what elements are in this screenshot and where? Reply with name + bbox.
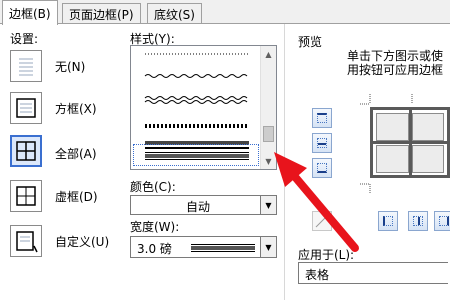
setting-grid-label: 虚框(D) xyxy=(55,190,98,204)
border-diagonal-icon xyxy=(315,214,329,228)
color-dropdown[interactable]: 自动 ▼ xyxy=(130,195,277,215)
border-left-icon xyxy=(383,216,393,226)
border-grid-icon xyxy=(16,186,36,206)
setting-custom-label: 自定义(U) xyxy=(55,235,110,249)
width-value: 3.0 磅 xyxy=(137,242,172,256)
border-top-icon xyxy=(317,113,327,123)
line-style-wavy xyxy=(144,74,248,78)
setting-none-button[interactable] xyxy=(10,50,42,82)
line-style-double-wavy xyxy=(144,96,248,104)
chevron-down-icon[interactable]: ▼ xyxy=(260,237,276,257)
preview-hint: 单击下方图示或使用按钮可应用边框 xyxy=(346,49,443,77)
setting-none-label: 无(N) xyxy=(55,60,86,74)
chevron-down-icon[interactable]: ▼ xyxy=(260,196,276,214)
tab-shading[interactable]: 底纹(S) xyxy=(147,3,202,24)
border-all-icon xyxy=(16,141,36,161)
right-border-button[interactable] xyxy=(434,211,450,231)
inside-horizontal-border-button[interactable] xyxy=(312,133,332,153)
color-label: 颜色(C): xyxy=(130,180,176,194)
preview-inner-horizontal xyxy=(373,141,447,144)
preview-cell xyxy=(412,145,444,173)
apply-to-value: 表格 xyxy=(305,268,330,282)
border-custom-icon xyxy=(16,231,38,253)
border-inside-v-icon xyxy=(413,216,423,226)
style-list-scrollbar[interactable]: ▲ ▼ xyxy=(260,46,276,169)
left-border-button[interactable] xyxy=(378,211,398,231)
tab-bar: 边框(B) 页面边框(P) 底纹(S) xyxy=(0,0,450,25)
width-dropdown[interactable]: 3.0 磅 ▼ xyxy=(130,236,277,258)
setting-box-label: 方框(X) xyxy=(55,102,97,116)
diagonal-border-button[interactable] xyxy=(312,211,332,231)
preview-cell xyxy=(376,113,409,141)
top-border-button[interactable] xyxy=(312,108,332,128)
tab-page-border[interactable]: 页面边框(P) xyxy=(62,3,141,24)
scroll-down-icon[interactable]: ▼ xyxy=(261,153,276,169)
border-none-icon xyxy=(19,58,33,76)
preview-cell xyxy=(412,113,444,141)
tab-borders[interactable]: 边框(B) xyxy=(2,0,58,25)
border-inside-h-icon xyxy=(317,138,327,148)
inside-vertical-border-button[interactable] xyxy=(408,211,428,231)
setting-all-label: 全部(A) xyxy=(55,147,97,161)
selected-line-style[interactable] xyxy=(133,144,259,166)
bottom-border-button[interactable] xyxy=(312,158,332,178)
scroll-thumb[interactable] xyxy=(263,126,274,142)
border-bottom-icon xyxy=(317,163,327,173)
settings-heading: 设置: xyxy=(10,32,39,46)
scroll-up-icon[interactable]: ▲ xyxy=(261,46,276,62)
apply-to-label: 应用于(L): xyxy=(298,248,355,262)
border-right-icon xyxy=(439,216,449,226)
setting-all-button[interactable] xyxy=(10,135,42,167)
width-label: 宽度(W): xyxy=(130,220,180,234)
color-value: 自动 xyxy=(186,200,211,214)
width-line-sample xyxy=(191,244,255,252)
preview-heading: 预览 xyxy=(298,35,323,49)
border-box-icon xyxy=(16,98,36,118)
setting-custom-button[interactable] xyxy=(10,225,42,257)
setting-grid-button[interactable] xyxy=(10,180,42,212)
apply-to-dropdown[interactable]: 表格 xyxy=(298,262,448,284)
preview-divider xyxy=(284,24,285,300)
setting-box-button[interactable] xyxy=(10,92,42,124)
border-preview[interactable] xyxy=(370,107,450,178)
preview-cell xyxy=(376,145,409,173)
line-style-list[interactable]: ▲ ▼ xyxy=(130,45,277,170)
